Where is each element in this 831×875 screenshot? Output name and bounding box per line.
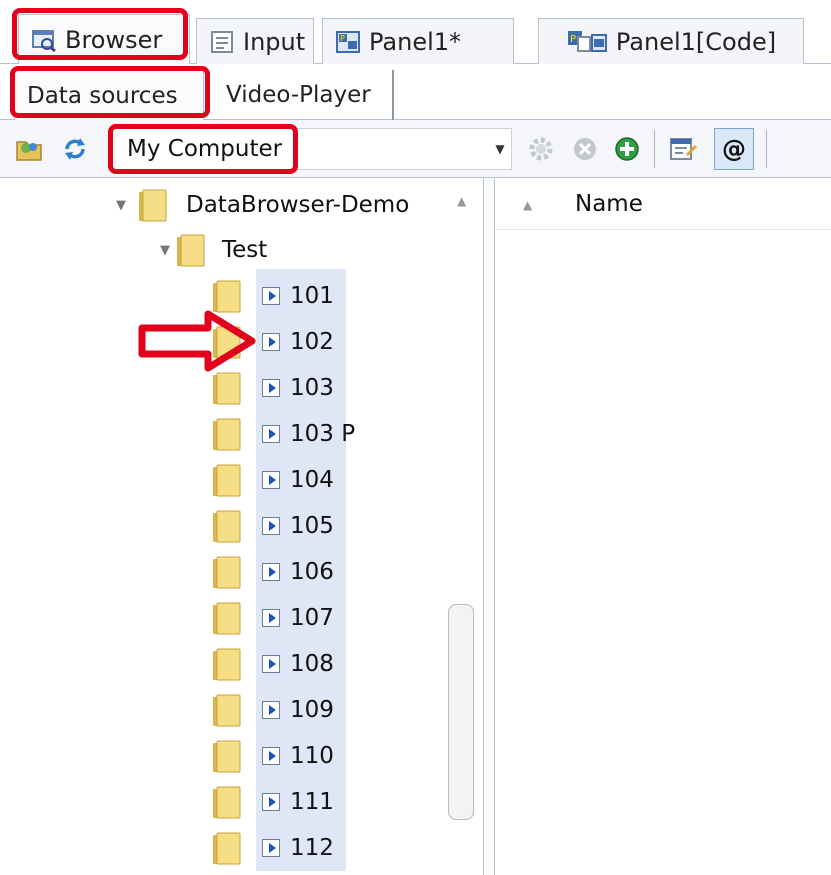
folder-icon (213, 602, 241, 635)
tab-label: Panel1[Code] (615, 27, 777, 56)
tree-node-test[interactable]: ▼ Test (0, 227, 450, 273)
list-header: ▲ Name (495, 178, 831, 230)
tree-node-label: DataBrowser-Demo (186, 192, 410, 218)
panel-code-icon: P (567, 30, 607, 52)
tab-panel1[interactable]: P Panel1* (322, 18, 514, 64)
tab-data-sources[interactable]: Data sources (14, 70, 204, 120)
toolbar-divider (766, 130, 767, 168)
column-header-name[interactable]: Name (575, 191, 643, 217)
at-label: @ (722, 135, 746, 163)
sort-indicator-icon: ▲ (523, 198, 533, 212)
play-icon (262, 747, 280, 765)
data-source-tree[interactable]: ▼ DataBrowser-Demo ▼ Test 101 102 103 103 P… (0, 178, 484, 875)
folder-icon (213, 418, 241, 451)
tree-leaf-label: 103 (290, 375, 334, 401)
input-form-icon (211, 30, 233, 53)
folder-icon (213, 832, 241, 865)
tree-leaf-label: 108 (290, 651, 334, 677)
svg-text:P: P (340, 34, 345, 43)
play-icon (262, 839, 280, 857)
data-source-combo[interactable]: My Computer ▼ (112, 128, 512, 170)
open-folder-icon[interactable] (14, 134, 44, 164)
tab-input[interactable]: Input (196, 18, 314, 64)
scroll-up-arrow-icon[interactable]: ▲ (457, 194, 466, 208)
tree-leaf-item[interactable]: 105 (0, 503, 450, 549)
tab-label: Input (243, 27, 306, 56)
play-icon (262, 379, 280, 397)
folder-icon (213, 556, 241, 589)
at-sign-icon[interactable]: @ (714, 128, 754, 170)
chevron-down-icon[interactable]: ▼ (114, 198, 128, 213)
folder-icon (213, 740, 241, 773)
combo-value: My Computer (127, 136, 283, 162)
play-icon (262, 563, 280, 581)
tab-label: Data sources (27, 82, 178, 109)
folder-icon (177, 234, 205, 267)
tree-leaf-item[interactable]: 108 (0, 641, 450, 687)
tree-node-label: Test (222, 237, 268, 263)
tree-leaf-label: 110 (290, 743, 334, 769)
tree-leaf-item[interactable]: 107 (0, 595, 450, 641)
annotation-arrow (138, 310, 256, 372)
chevron-down-icon[interactable]: ▼ (491, 139, 509, 159)
data-source-toolbar: My Computer ▼ @ (0, 120, 831, 178)
file-list-pane[interactable]: ▲ Name (494, 178, 831, 875)
settings-gear-icon[interactable] (526, 134, 556, 164)
play-icon (262, 471, 280, 489)
tree-leaf-item[interactable]: 104 (0, 457, 450, 503)
tree-leaf-label: 101 (290, 283, 334, 309)
tree-leaf-label: 106 (290, 559, 334, 585)
svg-text:P: P (570, 34, 576, 45)
play-icon (262, 655, 280, 673)
tree-leaf-label: 112 (290, 835, 334, 861)
browser-icon (32, 30, 56, 53)
remove-icon[interactable] (570, 134, 600, 164)
play-icon (262, 425, 280, 443)
tree-leaf-label: 104 (290, 467, 334, 493)
folder-icon (213, 464, 241, 497)
tab-label: Panel1* (369, 27, 462, 56)
tree-leaf-item[interactable]: 109 (0, 687, 450, 733)
tree-leaf-label: 102 (290, 329, 334, 355)
tree-leaf-item[interactable]: 110 (0, 733, 450, 779)
tree-leaf-item[interactable]: 106 (0, 549, 450, 595)
scrollbar-thumb[interactable] (448, 604, 474, 820)
toolbar-divider (654, 130, 655, 168)
play-icon (262, 701, 280, 719)
play-icon (262, 793, 280, 811)
tree-node-databrowser-demo[interactable]: ▼ DataBrowser-Demo (0, 182, 450, 228)
play-icon (262, 517, 280, 535)
tree-leaf-label: 109 (290, 697, 334, 723)
tree-leaf-label: 111 (290, 789, 334, 815)
folder-icon (213, 648, 241, 681)
tree-leaf-label: 107 (290, 605, 334, 631)
add-icon[interactable] (612, 134, 642, 164)
chevron-down-icon[interactable]: ▼ (158, 243, 172, 258)
tree-leaf-item[interactable]: 112 (0, 825, 450, 871)
properties-icon[interactable] (668, 134, 698, 164)
folder-icon (213, 372, 241, 405)
folder-icon (213, 510, 241, 543)
refresh-icon[interactable] (60, 134, 90, 164)
folder-icon (213, 694, 241, 727)
tab-video-player[interactable]: Video-Player (214, 70, 394, 120)
document-tab-strip: Browser Input P Panel1* P Panel1[Code] (0, 0, 831, 65)
folder-icon (139, 189, 167, 222)
play-icon (262, 333, 280, 351)
play-icon (262, 287, 280, 305)
tab-label: Video-Player (226, 82, 371, 108)
tree-leaf-label: 103 P (290, 421, 356, 447)
folder-icon (213, 280, 241, 313)
browser-sub-tab-strip: Data sources Video-Player (0, 64, 831, 120)
folder-icon (213, 786, 241, 819)
panel-icon: P (336, 30, 360, 53)
tree-leaf-item[interactable]: 103 P (0, 411, 450, 457)
tree-leaf-label: 105 (290, 513, 334, 539)
play-icon (262, 609, 280, 627)
tab-label: Browser (65, 26, 163, 54)
tab-browser[interactable]: Browser (18, 14, 190, 65)
tree-vertical-scrollbar[interactable]: ▲ (446, 178, 482, 875)
tab-panel1-code[interactable]: P Panel1[Code] (538, 18, 804, 64)
tree-leaf-item[interactable]: 111 (0, 779, 450, 825)
